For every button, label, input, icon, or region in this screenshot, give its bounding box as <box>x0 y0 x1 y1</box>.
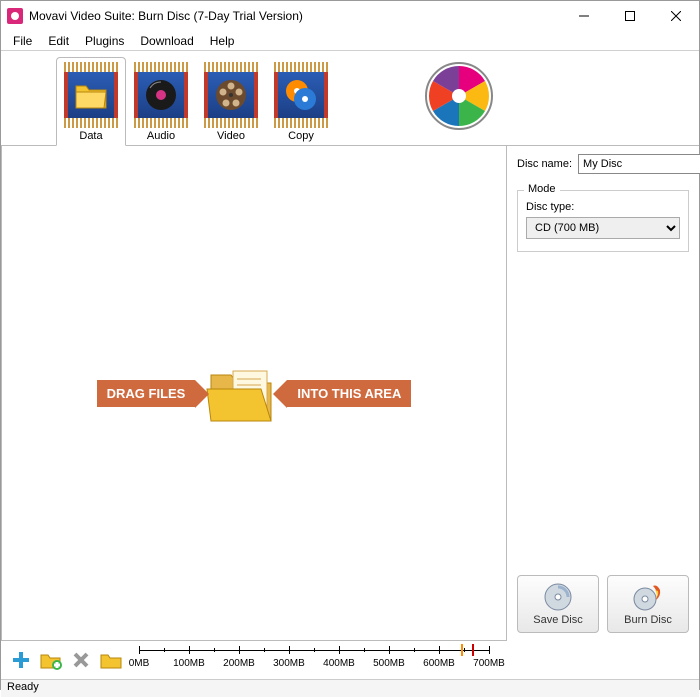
maximize-button[interactable] <box>607 1 653 31</box>
disc-type-label: Disc type: <box>526 201 680 213</box>
burn-disc-icon <box>633 582 663 612</box>
mode-groupbox: Mode Disc type: CD (700 MB) <box>517 190 689 252</box>
drag-banner: DRAG FILES INTO THIS AREA <box>97 355 412 431</box>
tab-audio-label: Audio <box>126 130 196 142</box>
menu-file[interactable]: File <box>5 32 40 50</box>
folder-icon <box>100 651 122 669</box>
limit-marker <box>472 644 474 656</box>
window-controls <box>561 1 699 31</box>
disc-type-select[interactable]: CD (700 MB) <box>526 217 680 239</box>
statusbar: Ready <box>1 679 699 697</box>
capacity-ruler: 0MB 100MB 200MB 300MB 400MB 500MB 600MB … <box>139 644 489 676</box>
mode-title: Mode <box>524 183 560 195</box>
add-button[interactable] <box>9 648 33 672</box>
main-area: DRAG FILES INTO THIS AREA Disc name: Mod… <box>1 146 699 641</box>
menubar: File Edit Plugins Download Help <box>1 31 699 51</box>
disc-name-row: Disc name: <box>517 154 689 174</box>
dropzone[interactable]: DRAG FILES INTO THIS AREA <box>1 146 507 641</box>
app-logo-icon <box>424 61 494 131</box>
browse-folder-button[interactable] <box>99 648 123 672</box>
tabs-row: Data Audio Video Copy <box>1 51 699 146</box>
menu-download[interactable]: Download <box>132 32 201 50</box>
folder-open-icon <box>203 355 279 431</box>
delete-icon <box>72 651 90 669</box>
tab-data[interactable]: Data <box>56 57 126 146</box>
tab-audio[interactable]: Audio <box>126 58 196 145</box>
drag-label-left: DRAG FILES <box>97 380 196 407</box>
save-disc-icon <box>543 582 573 612</box>
bottombar: 0MB 100MB 200MB 300MB 400MB 500MB 600MB … <box>1 641 699 679</box>
remove-button[interactable] <box>69 648 93 672</box>
plus-icon <box>11 650 31 670</box>
disc-name-label: Disc name: <box>517 158 572 170</box>
record-icon <box>144 78 178 112</box>
save-disc-label: Save Disc <box>533 614 583 626</box>
folder-plus-icon <box>40 650 62 670</box>
tab-data-label: Data <box>57 130 125 142</box>
app-icon <box>7 8 23 24</box>
folder-icon <box>74 80 108 110</box>
action-buttons: Save Disc Burn Disc <box>517 575 689 633</box>
disc-name-input[interactable] <box>578 154 700 174</box>
drag-label-right: INTO THIS AREA <box>287 380 411 407</box>
discs-icon <box>284 78 318 112</box>
close-button[interactable] <box>653 1 699 31</box>
menu-edit[interactable]: Edit <box>40 32 77 50</box>
fill-marker <box>461 644 463 656</box>
burn-disc-label: Burn Disc <box>624 614 672 626</box>
add-folder-button[interactable] <box>39 648 63 672</box>
menu-plugins[interactable]: Plugins <box>77 32 132 50</box>
filmreel-icon <box>214 78 248 112</box>
titlebar: Movavi Video Suite: Burn Disc (7-Day Tri… <box>1 1 699 31</box>
tab-video-label: Video <box>196 130 266 142</box>
sidebar: Disc name: Mode Disc type: CD (700 MB) S… <box>507 146 699 641</box>
tab-copy-label: Copy <box>266 130 336 142</box>
minimize-button[interactable] <box>561 1 607 31</box>
save-disc-button[interactable]: Save Disc <box>517 575 599 633</box>
status-text: Ready <box>7 681 39 693</box>
tab-copy[interactable]: Copy <box>266 58 336 145</box>
menu-help[interactable]: Help <box>202 32 243 50</box>
window-title: Movavi Video Suite: Burn Disc (7-Day Tri… <box>29 9 561 23</box>
tab-video[interactable]: Video <box>196 58 266 145</box>
burn-disc-button[interactable]: Burn Disc <box>607 575 689 633</box>
